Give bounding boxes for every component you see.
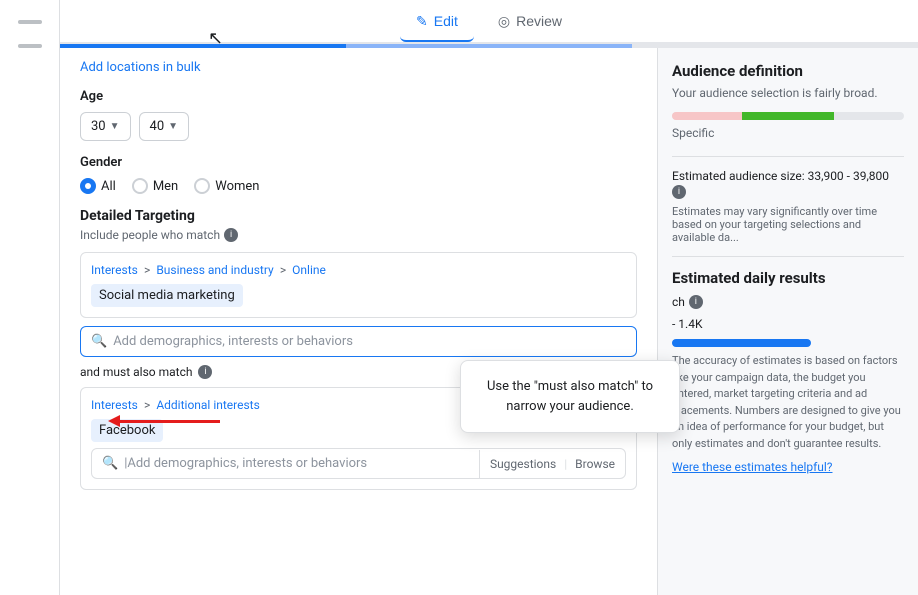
breadcrumb-online[interactable]: Online xyxy=(292,263,326,277)
breadcrumb-additional[interactable]: Additional interests xyxy=(156,398,259,412)
reach-row: ch i xyxy=(672,295,904,309)
include-info-icon[interactable]: i xyxy=(224,228,238,242)
gender-women-label: Women xyxy=(215,179,259,194)
breadcrumb-1: Interests > Business and industry > Onli… xyxy=(91,263,626,278)
search-input-row-1[interactable]: 🔍 Add demographics, interests or behavio… xyxy=(80,326,637,357)
gender-women[interactable]: Women xyxy=(194,178,259,194)
review-icon: ◎ xyxy=(498,13,510,30)
accuracy-note: The accuracy of estimates is based on fa… xyxy=(672,353,904,452)
main-area: ✎ Edit ◎ Review Add locations in bulk Ag… xyxy=(60,0,918,595)
audience-def-title: Audience definition xyxy=(672,62,904,80)
tooltip-popup: Use the "must also match" to narrow your… xyxy=(460,360,680,433)
age-to-value: 40 xyxy=(150,119,165,134)
browse-label[interactable]: Browse xyxy=(575,457,615,471)
reach-bar xyxy=(672,339,811,347)
gender-row: All Men Women xyxy=(80,178,637,194)
content-wrapper: Add locations in bulk Age 30 ▼ 40 ▼ Gend… xyxy=(60,48,918,595)
edit-icon: ✎ xyxy=(416,13,428,30)
form-panel: Add locations in bulk Age 30 ▼ 40 ▼ Gend… xyxy=(60,48,658,595)
age-label: Age xyxy=(80,89,637,104)
daily-results-title: Estimated daily results xyxy=(672,269,904,287)
gender-men-radio[interactable] xyxy=(132,178,148,194)
divider-2 xyxy=(672,256,904,257)
gender-label: Gender xyxy=(80,155,637,170)
reach-info-icon[interactable]: i xyxy=(689,295,703,309)
sidebar xyxy=(0,0,60,595)
breadcrumb-sep-3: > xyxy=(144,398,153,412)
gender-men[interactable]: Men xyxy=(132,178,178,194)
audience-def-sub: Your audience selection is fairly broad. xyxy=(672,86,904,100)
reach-value: - 1.4K xyxy=(672,317,702,331)
age-from-select[interactable]: 30 ▼ xyxy=(80,112,131,141)
tab-review[interactable]: ◎ Review xyxy=(482,3,578,40)
add-locations-link[interactable]: Add locations in bulk xyxy=(80,60,637,75)
targeting-box-1: Interests > Business and industry > Onli… xyxy=(80,252,637,318)
est-info-icon[interactable]: i xyxy=(672,185,686,199)
breadcrumb-interests-1[interactable]: Interests xyxy=(91,263,138,277)
bottom-search-right: Suggestions | Browse xyxy=(479,450,625,478)
helpful-link[interactable]: Were these estimates helpful? xyxy=(672,460,832,474)
age-from-value: 30 xyxy=(91,119,106,134)
bottom-search-row: 🔍 |Add demographics, interests or behavi… xyxy=(91,448,626,479)
gender-all[interactable]: All xyxy=(80,178,116,194)
suggestions-label[interactable]: Suggestions xyxy=(490,457,556,471)
bottom-search-left[interactable]: 🔍 |Add demographics, interests or behavi… xyxy=(92,449,479,478)
right-panel: Audience definition Your audience select… xyxy=(658,48,918,595)
est-note: Estimates may vary significantly over ti… xyxy=(672,205,904,244)
detailed-targeting-title: Detailed Targeting xyxy=(80,208,637,224)
gender-women-radio[interactable] xyxy=(194,178,210,194)
gauge-green xyxy=(742,112,835,120)
gender-all-label: All xyxy=(101,179,116,194)
age-from-chevron: ▼ xyxy=(110,121,120,132)
reach-value-row: - 1.4K xyxy=(672,317,904,331)
tab-edit-label: Edit xyxy=(434,13,458,29)
gauge-pink xyxy=(672,112,742,120)
must-match-label: and must also match xyxy=(80,365,192,379)
bottom-search-placeholder: |Add demographics, interests or behavior… xyxy=(124,456,367,471)
cursor: ↖ xyxy=(208,28,223,49)
tab-edit[interactable]: ✎ Edit xyxy=(400,3,474,42)
pipe: | xyxy=(564,457,567,471)
gender-men-label: Men xyxy=(153,179,178,194)
bottom-search-icon: 🔍 xyxy=(102,456,118,471)
tab-bar: ✎ Edit ◎ Review xyxy=(60,0,918,44)
tooltip-text: Use the "must also match" to narrow your… xyxy=(487,379,653,414)
arrow-line xyxy=(120,420,220,423)
breadcrumb-interests-2[interactable]: Interests xyxy=(91,398,138,412)
red-arrow xyxy=(108,415,220,427)
tab-review-label: Review xyxy=(516,13,562,29)
breadcrumb-sep-1: > xyxy=(144,263,153,277)
reach-label: ch xyxy=(672,295,685,309)
age-to-select[interactable]: 40 ▼ xyxy=(139,112,190,141)
search-placeholder-1: Add demographics, interests or behaviors xyxy=(113,334,353,349)
arrow-head xyxy=(108,415,120,427)
must-match-info-icon[interactable]: i xyxy=(198,365,212,379)
breadcrumb-sep-2: > xyxy=(280,263,289,277)
gender-all-radio[interactable] xyxy=(80,178,96,194)
age-to-chevron: ▼ xyxy=(168,121,178,132)
specific-label: Specific xyxy=(672,126,904,140)
divider-1 xyxy=(672,156,904,157)
gauge-bar xyxy=(672,112,904,120)
age-row: 30 ▼ 40 ▼ xyxy=(80,112,637,141)
include-people-label: Include people who match i xyxy=(80,228,637,242)
search-icon-1: 🔍 xyxy=(91,334,107,349)
est-size-label: Estimated audience size: 33,900 - 39,800… xyxy=(672,169,904,199)
breadcrumb-business[interactable]: Business and industry xyxy=(156,263,273,277)
sidebar-dot-1 xyxy=(18,20,42,24)
sidebar-dot-2 xyxy=(18,44,42,48)
tag-chip-1: Social media marketing xyxy=(91,284,243,307)
